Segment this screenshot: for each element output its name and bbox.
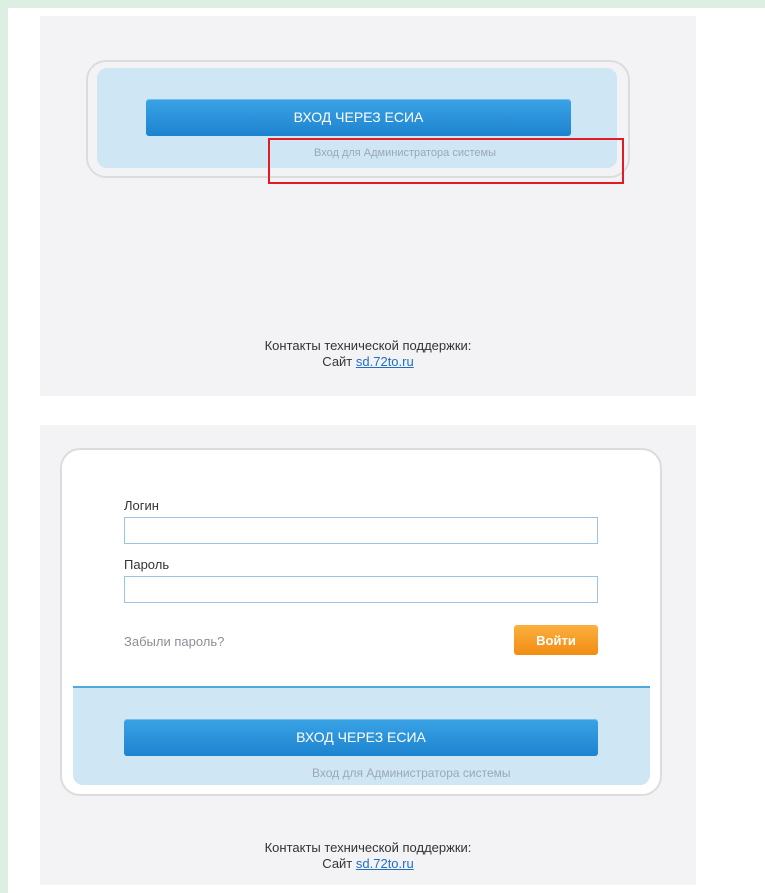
- site-prefix: Сайт: [322, 354, 353, 369]
- support-contacts: Контакты технической поддержки: Сайт sd.…: [40, 840, 696, 872]
- support-site-link[interactable]: sd.72to.ru: [356, 354, 414, 369]
- password-input[interactable]: [124, 576, 598, 603]
- admin-login-link[interactable]: Вход для Администратора системы: [312, 766, 511, 780]
- esia-login-button[interactable]: ВХОД ЧЕРЕЗ ЕСИА: [146, 99, 571, 136]
- esia-login-button[interactable]: ВХОД ЧЕРЕЗ ЕСИА: [124, 719, 598, 756]
- highlight-box: [268, 138, 624, 184]
- support-site-link[interactable]: sd.72to.ru: [356, 856, 414, 871]
- support-site-line: Сайт sd.72to.ru: [40, 856, 696, 872]
- password-label: Пароль: [124, 557, 170, 572]
- site-prefix: Сайт: [322, 856, 353, 871]
- support-contacts: Контакты технической поддержки: Сайт sd.…: [40, 338, 696, 370]
- support-site-line: Сайт sd.72to.ru: [40, 354, 696, 370]
- support-contacts-label: Контакты технической поддержки:: [264, 338, 472, 353]
- support-contacts-label: Контакты технической поддержки:: [264, 840, 472, 855]
- submit-login-button[interactable]: Войти: [514, 625, 598, 655]
- login-label: Логин: [124, 498, 159, 513]
- forgot-password-link[interactable]: Забыли пароль?: [124, 634, 224, 649]
- login-input[interactable]: [124, 517, 598, 544]
